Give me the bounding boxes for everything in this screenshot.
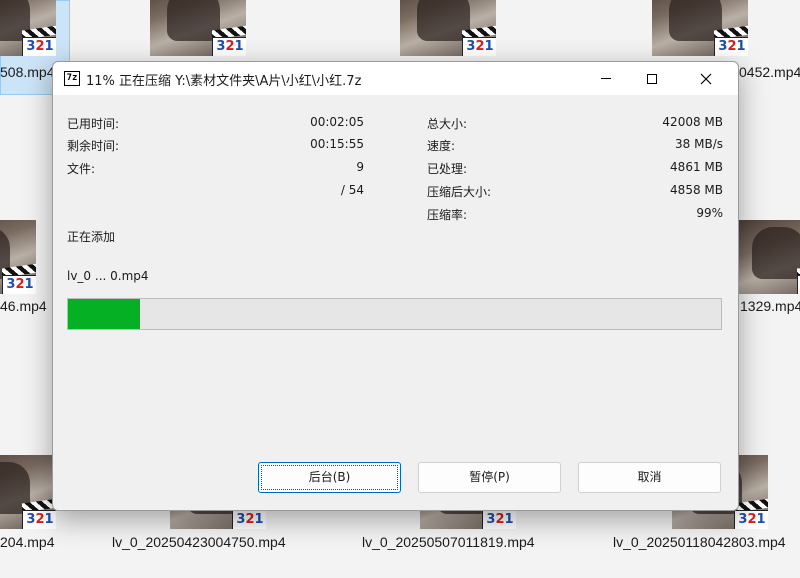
compression-ratio-label: 压缩率: xyxy=(427,208,468,222)
title-bar[interactable]: 7z 11% 正在压缩 Y:\素材文件夹\A片\小红\小红.7z xyxy=(53,62,738,95)
compressed-size-label: 压缩后大小: xyxy=(427,185,492,199)
file-name-label[interactable]: 508.mp4 xyxy=(0,64,54,80)
remaining-time-value: 00:15:55 xyxy=(310,137,364,151)
compressed-size-value: 4858 MB xyxy=(670,183,723,197)
elapsed-time-label: 已用时间: xyxy=(67,117,120,131)
files-processed-value: 9 xyxy=(356,160,364,174)
video-thumbnail[interactable]: 321 xyxy=(150,0,246,56)
file-name-label[interactable]: lv_0_20250423004750.mp4 xyxy=(112,534,286,550)
file-name-label[interactable]: lv_0_20250507011819.mp4 xyxy=(362,534,535,550)
pause-button[interactable]: 暂停(P) xyxy=(418,462,561,493)
elapsed-time-value: 00:02:05 xyxy=(310,115,364,129)
progress-bar-fill xyxy=(68,299,140,329)
files-total-value: / 54 xyxy=(340,183,364,197)
background-button[interactable]: 后台(B) xyxy=(258,462,401,493)
video-thumbnail[interactable]: 321 xyxy=(652,0,748,56)
cancel-button[interactable]: 取消 xyxy=(578,462,721,493)
maximize-button[interactable] xyxy=(629,62,675,95)
file-name-label[interactable]: 0452.mp4 xyxy=(739,64,800,80)
7zip-app-icon: 7z xyxy=(64,71,80,86)
total-size-value: 42008 MB xyxy=(662,115,723,129)
media-player-icon: 321 xyxy=(714,25,748,56)
media-player-icon: 321 xyxy=(734,498,768,529)
processed-value: 4861 MB xyxy=(670,160,723,174)
minimize-button[interactable] xyxy=(583,62,629,95)
speed-label: 速度: xyxy=(427,139,456,153)
file-name-label[interactable]: 204.mp4 xyxy=(0,534,54,550)
file-name-label[interactable]: 1329.mp4 xyxy=(740,298,800,314)
media-player-icon: 321 xyxy=(212,25,246,56)
total-size-label: 总大小: xyxy=(427,117,468,131)
close-button[interactable] xyxy=(683,62,729,95)
video-thumbnail[interactable]: 321 xyxy=(0,220,36,294)
video-thumbnail[interactable]: 321 xyxy=(400,0,496,56)
video-thumbnail[interactable]: 321 xyxy=(0,0,56,56)
media-player-icon: 321 xyxy=(22,25,56,56)
compression-ratio-value: 99% xyxy=(696,206,723,220)
window-title: 11% 正在压缩 Y:\素材文件夹\A片\小红\小红.7z xyxy=(86,74,362,89)
compression-progress-dialog: 7z 11% 正在压缩 Y:\素材文件夹\A片\小红\小红.7z 已用时间: 0… xyxy=(52,61,739,511)
current-file-name: lv_0 ... 0.mp4 xyxy=(67,269,149,283)
remaining-time-label: 剩余时间: xyxy=(67,139,120,153)
processed-label: 已处理: xyxy=(427,162,468,176)
media-player-icon: 321 xyxy=(2,263,36,294)
speed-value: 38 MB/s xyxy=(675,137,723,151)
file-name-label[interactable]: 46.mp4 xyxy=(0,298,47,314)
files-label: 文件: xyxy=(67,162,96,176)
file-name-label[interactable]: lv_0_20250118042803.mp4 xyxy=(613,534,786,550)
media-player-icon: 321 xyxy=(462,25,496,56)
close-icon xyxy=(700,73,712,84)
video-thumbnail[interactable]: 321 xyxy=(0,455,56,529)
progress-bar xyxy=(67,298,722,330)
media-player-icon: 321 xyxy=(22,498,56,529)
status-text: 正在添加 xyxy=(67,230,116,244)
video-thumbnail[interactable]: 321 xyxy=(735,220,800,294)
